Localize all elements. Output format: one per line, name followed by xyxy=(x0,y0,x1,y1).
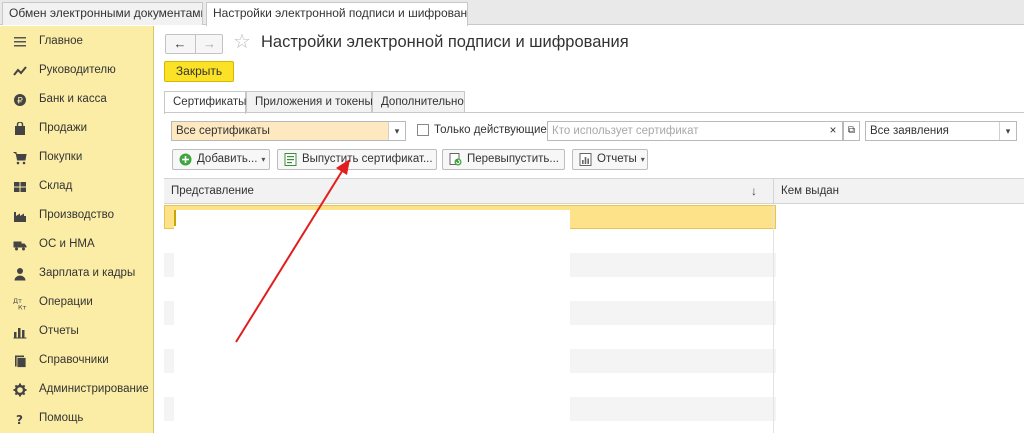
annotation-arrow-icon xyxy=(235,159,350,343)
